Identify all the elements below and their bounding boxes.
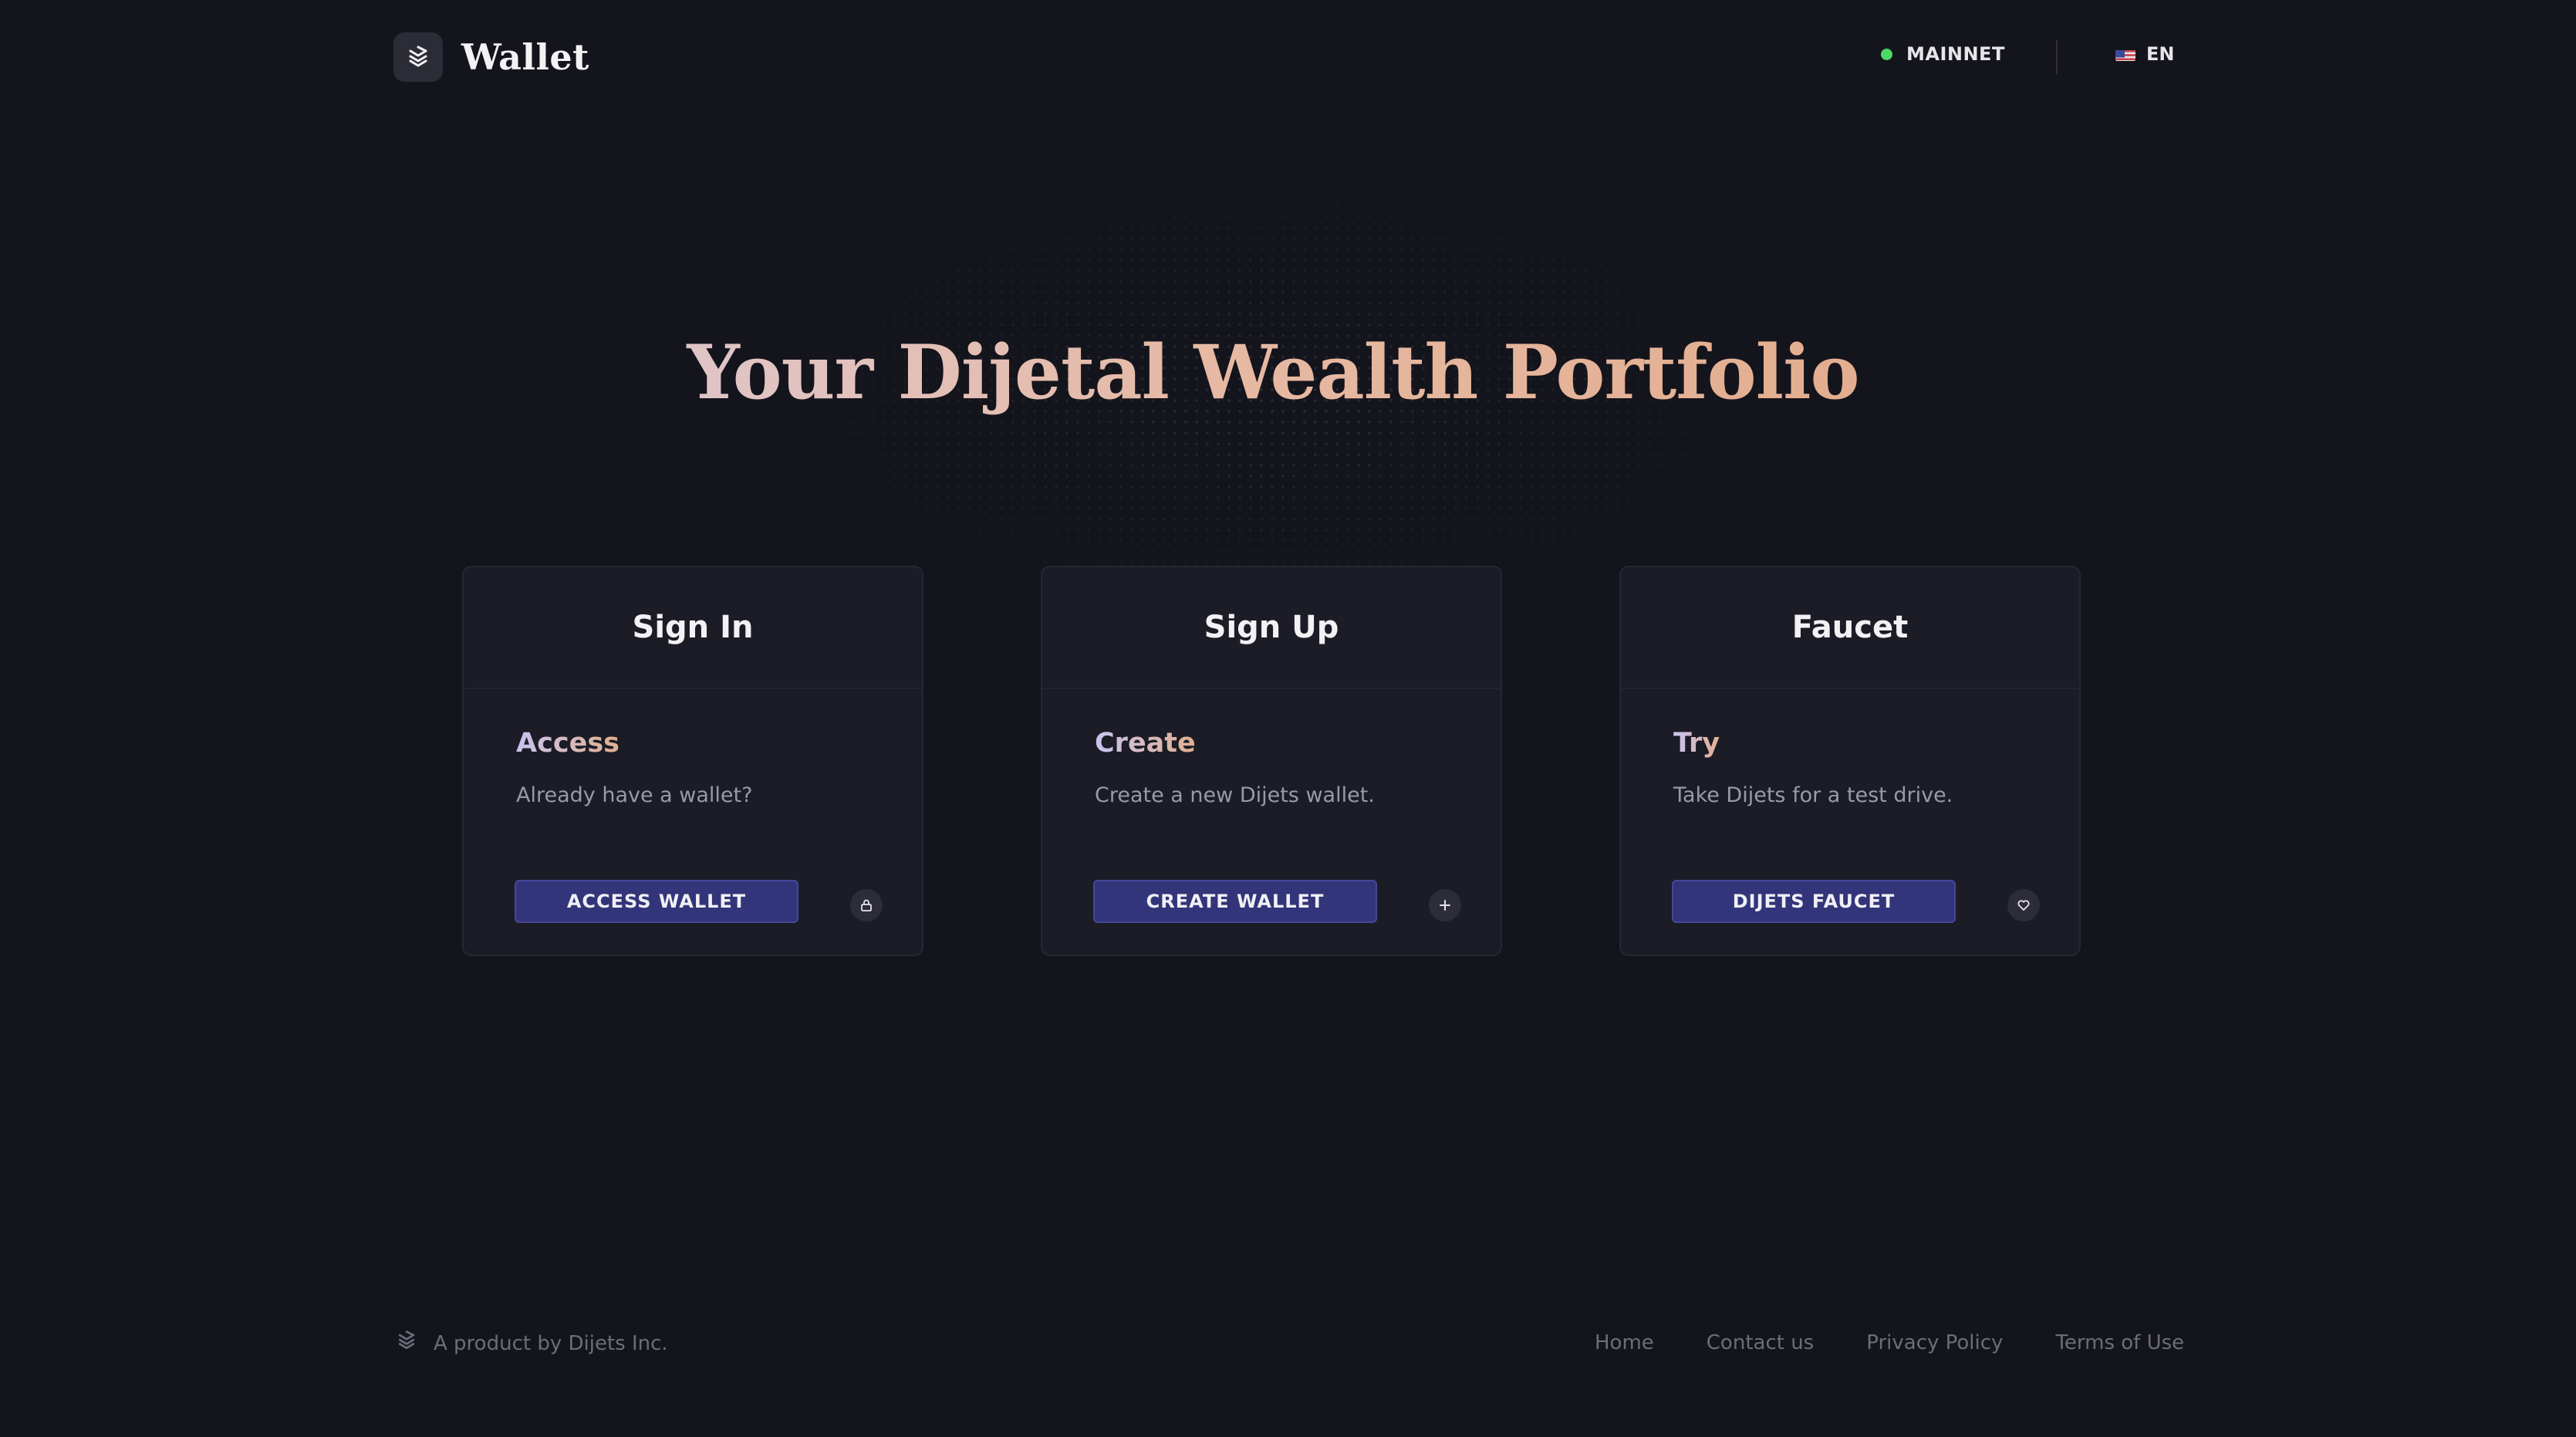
footer-link-terms[interactable]: Terms of Use	[2055, 1331, 2184, 1354]
card-description: Take Dijets for a test drive.	[1673, 783, 1953, 807]
card-subtitle: Try	[1673, 728, 1720, 759]
hero-headline: Your Dijetal Wealth Portfolio	[0, 323, 2546, 423]
footer-link-privacy[interactable]: Privacy Policy	[1866, 1331, 2003, 1354]
card-subtitle: Access	[516, 728, 620, 759]
card-description: Create a new Dijets wallet.	[1095, 783, 1375, 807]
header-divider	[2056, 40, 2058, 74]
card-title: Faucet	[1621, 567, 2079, 689]
card-subtitle: Create	[1095, 728, 1196, 759]
hero-headline-text: Your Dijetal Wealth Portfolio	[687, 329, 1859, 416]
create-wallet-button[interactable]: CREATE WALLET	[1093, 880, 1377, 923]
dijets-faucet-button[interactable]: DIJETS FAUCET	[1672, 880, 1956, 923]
language-label: EN	[2146, 43, 2175, 65]
network-label: MAINNET	[1906, 43, 2005, 65]
card-title: Sign Up	[1042, 567, 1501, 689]
brand-title: Wallet	[461, 36, 589, 78]
card-title: Sign In	[464, 567, 922, 689]
sign-in-card: Sign In Access Already have a wallet? AC…	[462, 566, 923, 956]
sign-up-card: Sign Up Create Create a new Dijets walle…	[1041, 566, 1502, 956]
footer-link-home[interactable]: Home	[1595, 1331, 1654, 1354]
brand[interactable]: Wallet	[393, 32, 589, 82]
us-flag-icon	[2115, 47, 2135, 61]
dijets-logo-icon	[395, 1329, 418, 1358]
faucet-card: Faucet Try Take Dijets for a test drive.…	[1619, 566, 2081, 956]
wallet-landing-page: Wallet MAINNET EN Your Dijetal Wealth Po…	[0, 0, 2576, 1437]
footer-link-contact[interactable]: Contact us	[1707, 1331, 1814, 1354]
footer-product: A product by Dijets Inc.	[395, 1329, 668, 1358]
dijets-logo-icon	[393, 32, 443, 82]
plus-icon	[1429, 889, 1461, 921]
network-selector[interactable]: MAINNET	[1881, 43, 2005, 65]
access-wallet-button[interactable]: ACCESS WALLET	[515, 880, 798, 923]
footer-product-text: A product by Dijets Inc.	[434, 1331, 668, 1355]
lock-icon	[850, 889, 883, 921]
network-status-dot	[1881, 48, 1892, 60]
heart-icon	[2007, 889, 2040, 921]
footer-links: Home Contact us Privacy Policy Terms of …	[1595, 1331, 2184, 1354]
language-selector[interactable]: EN	[2115, 43, 2174, 65]
card-description: Already have a wallet?	[516, 783, 753, 807]
